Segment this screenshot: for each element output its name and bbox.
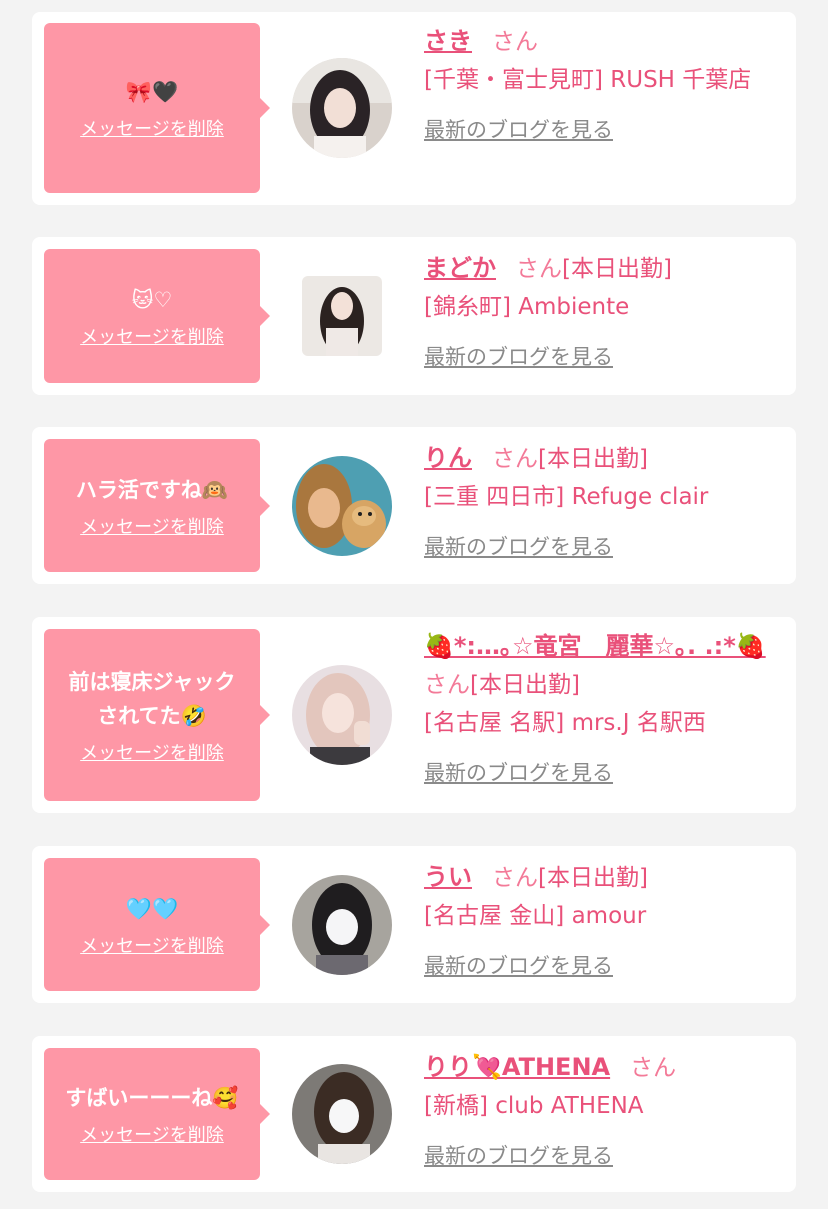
- delete-message-link[interactable]: メッセージを削除: [80, 323, 224, 349]
- delete-message-link[interactable]: メッセージを削除: [80, 1121, 224, 1147]
- san-suffix: さん: [516, 256, 562, 282]
- san-suffix: さん: [424, 672, 470, 698]
- shop-label: [名古屋 金山] amour: [424, 903, 647, 929]
- latest-blog-link[interactable]: 最新のブログを見る: [424, 111, 613, 149]
- girl-info: さき さん [千葉・富士見町] RUSH 千葉店 最新のブログを見る: [424, 22, 784, 149]
- message-bubble: すばいーーーね🥰 メッセージを削除: [44, 1048, 270, 1180]
- message-text: 🎀🖤: [125, 80, 179, 104]
- today-badge: [本日出勤]: [538, 446, 648, 472]
- today-badge: [本日出勤]: [562, 256, 672, 282]
- delete-message-link[interactable]: メッセージを削除: [80, 115, 224, 141]
- delete-message-link[interactable]: メッセージを削除: [80, 513, 224, 539]
- girl-name-link[interactable]: りん: [424, 444, 472, 472]
- message-text: 🐱♡: [131, 288, 173, 312]
- shop-label: [千葉・富士見町] RUSH 千葉店: [424, 67, 752, 93]
- shop-label: [錦糸町] Ambiente: [424, 294, 630, 320]
- message-bubble: ハラ活ですね🙉 メッセージを削除: [44, 439, 270, 572]
- girl-name-link[interactable]: さき: [424, 27, 472, 55]
- avatar-photo: [292, 456, 392, 556]
- message-text: ハラ活ですね🙉: [75, 477, 229, 502]
- avatar[interactable]: [302, 276, 382, 356]
- message-bubble: 🩵🩵 メッセージを削除: [44, 858, 270, 991]
- latest-blog-link[interactable]: 最新のブログを見る: [424, 947, 613, 985]
- avatar[interactable]: [292, 875, 392, 975]
- girl-info: りり💘ATHENA さん [新橋] club ATHENA 最新のブログを見る: [424, 1048, 784, 1175]
- avatar-photo: [292, 58, 392, 158]
- shop-label: [新橋] club ATHENA: [424, 1093, 644, 1119]
- avatar[interactable]: [292, 456, 392, 556]
- message-text: すばいーーーね🥰: [65, 1086, 239, 1110]
- san-suffix: さん: [630, 1055, 677, 1081]
- delete-message-link[interactable]: メッセージを削除: [80, 739, 224, 765]
- avatar-photo: [302, 276, 382, 356]
- message-bubble: 🐱♡ メッセージを削除: [44, 249, 270, 383]
- latest-blog-link[interactable]: 最新のブログを見る: [424, 338, 613, 376]
- message-card: 前は寝床ジャック されてた🤣 メッセージを削除 🍓*:…｡☆竜宮 麗華☆｡. .…: [32, 617, 796, 813]
- avatar-photo: [292, 665, 392, 765]
- message-bubble: 🎀🖤 メッセージを削除: [44, 23, 270, 193]
- today-badge: [本日出勤]: [470, 672, 580, 698]
- shop-label: [名古屋 名駅] mrs.J 名駅西: [424, 710, 706, 736]
- girl-name-link[interactable]: うい: [424, 863, 472, 891]
- delete-message-link[interactable]: メッセージを削除: [80, 932, 224, 958]
- message-card: 🩵🩵 メッセージを削除 うい さん[本日出勤] [名古屋 金山] amour 最新…: [32, 846, 796, 1003]
- shop-label: [三重 四日市] Refuge clair: [424, 484, 709, 510]
- message-list: 🎀🖤 メッセージを削除 さき さん [千葉・富士見町] RUSH 千葉店 最新のブ…: [0, 0, 828, 1209]
- girl-info: まどか さん[本日出勤] [錦糸町] Ambiente 最新のブログを見る: [424, 249, 784, 376]
- avatar-photo: [292, 1064, 392, 1164]
- message-text: 🩵🩵: [125, 896, 179, 921]
- girl-info: 🍓*:…｡☆竜宮 麗華☆｡. .:*🍓 さん[本日出勤] [名古屋 名駅] mr…: [424, 627, 784, 792]
- san-suffix: さん: [492, 446, 538, 472]
- message-card: すばいーーーね🥰 メッセージを削除 りり💘ATHENA さん [新橋] club …: [32, 1036, 796, 1192]
- message-card: 🎀🖤 メッセージを削除 さき さん [千葉・富士見町] RUSH 千葉店 最新のブ…: [32, 12, 796, 205]
- today-badge: [本日出勤]: [538, 865, 648, 891]
- latest-blog-link[interactable]: 最新のブログを見る: [424, 1137, 613, 1175]
- latest-blog-link[interactable]: 最新のブログを見る: [424, 754, 613, 792]
- girl-name-link[interactable]: 🍓*:…｡☆竜宮 麗華☆｡. .:*🍓: [424, 632, 766, 660]
- avatar[interactable]: [292, 665, 392, 765]
- girl-info: うい さん[本日出勤] [名古屋 金山] amour 最新のブログを見る: [424, 858, 784, 985]
- message-card: ハラ活ですね🙉 メッセージを削除 りん さん[本日出勤] [三重 四日市] Ref…: [32, 427, 796, 584]
- latest-blog-link[interactable]: 最新のブログを見る: [424, 528, 613, 566]
- girl-name-link[interactable]: まどか: [424, 254, 496, 282]
- girl-info: りん さん[本日出勤] [三重 四日市] Refuge clair 最新のブログを…: [424, 439, 784, 566]
- avatar[interactable]: [292, 58, 392, 158]
- san-suffix: さん: [492, 29, 538, 55]
- girl-name-link[interactable]: りり💘ATHENA: [424, 1053, 610, 1081]
- avatar-photo: [292, 875, 392, 975]
- avatar[interactable]: [292, 1064, 392, 1164]
- message-bubble: 前は寝床ジャック されてた🤣 メッセージを削除: [44, 629, 270, 801]
- message-card: 🐱♡ メッセージを削除 まどか さん[本日出勤] [錦糸町] Ambiente 最…: [32, 237, 796, 395]
- message-text: 前は寝床ジャック されてた🤣: [68, 670, 236, 728]
- san-suffix: さん: [492, 865, 538, 891]
